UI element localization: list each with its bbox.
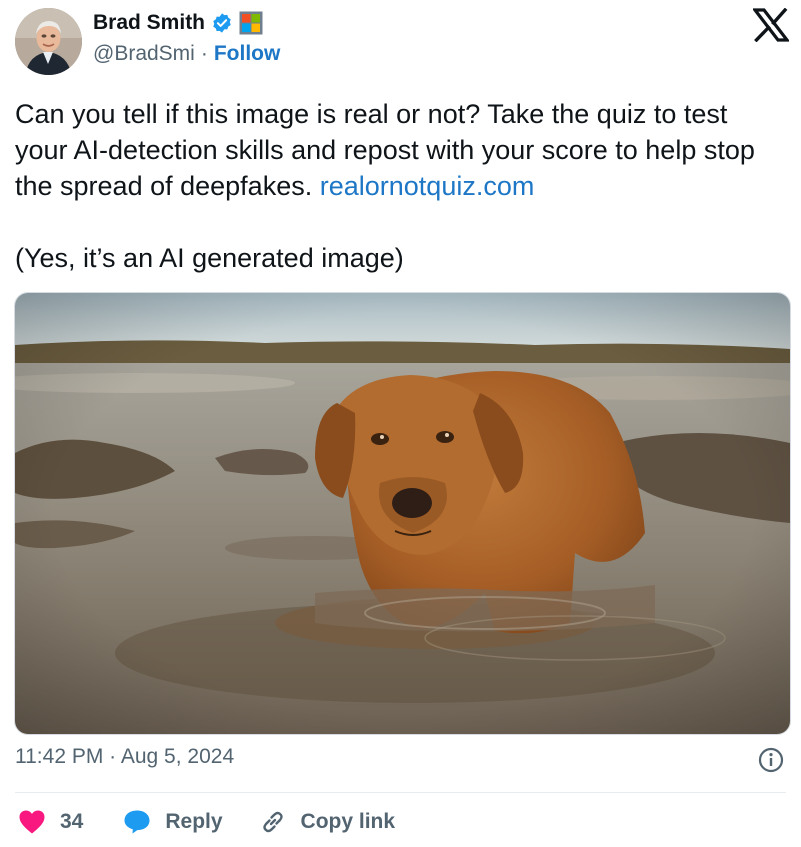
- tweet-text: Can you tell if this image is real or no…: [15, 96, 785, 276]
- actions-divider: [15, 792, 786, 793]
- author-name-row: Brad Smith: [93, 10, 263, 36]
- info-icon[interactable]: [758, 747, 784, 773]
- dog-in-water-image: [15, 293, 790, 734]
- follow-button[interactable]: Follow: [214, 42, 281, 66]
- link-icon: [262, 811, 283, 833]
- timestamp-separator: ·: [109, 745, 117, 768]
- verified-badge-icon: [213, 13, 231, 33]
- reply-label: Reply: [165, 810, 223, 833]
- author-name[interactable]: Brad Smith: [93, 11, 205, 35]
- tweet-media-image[interactable]: [14, 292, 791, 735]
- author-avatar[interactable]: [15, 8, 82, 75]
- tweet-date: Aug 5, 2024: [120, 745, 235, 768]
- tweet-actions: 34 Reply Copy link: [18, 808, 395, 836]
- microsoft-logo-icon: [239, 11, 263, 35]
- handle-separator: ·: [200, 42, 208, 65]
- heart-icon: [19, 810, 45, 834]
- quiz-link[interactable]: realornotquiz.com: [320, 171, 535, 201]
- like-button[interactable]: 34: [18, 809, 83, 835]
- reply-button[interactable]: Reply: [123, 809, 223, 835]
- copy-link-label: Copy link: [300, 810, 396, 833]
- author-handle-row: @BradSmi · Follow: [93, 42, 280, 66]
- tweet-timestamp[interactable]: 11:42 PM · Aug 5, 2024: [15, 745, 234, 769]
- avatar-image: [15, 8, 82, 75]
- author-handle[interactable]: @BradSmi: [93, 42, 195, 66]
- copy-link-button[interactable]: Copy link: [259, 808, 396, 836]
- like-count: 34: [60, 810, 84, 833]
- tweet-paragraph-second: (Yes, it’s an AI generated image): [15, 243, 404, 273]
- reply-bubble-icon: [124, 810, 150, 834]
- x-logo-icon[interactable]: [753, 8, 789, 42]
- tweet-time: 11:42 PM: [15, 745, 104, 768]
- tweet-paragraph-main: Can you tell if this image is real or no…: [15, 96, 785, 204]
